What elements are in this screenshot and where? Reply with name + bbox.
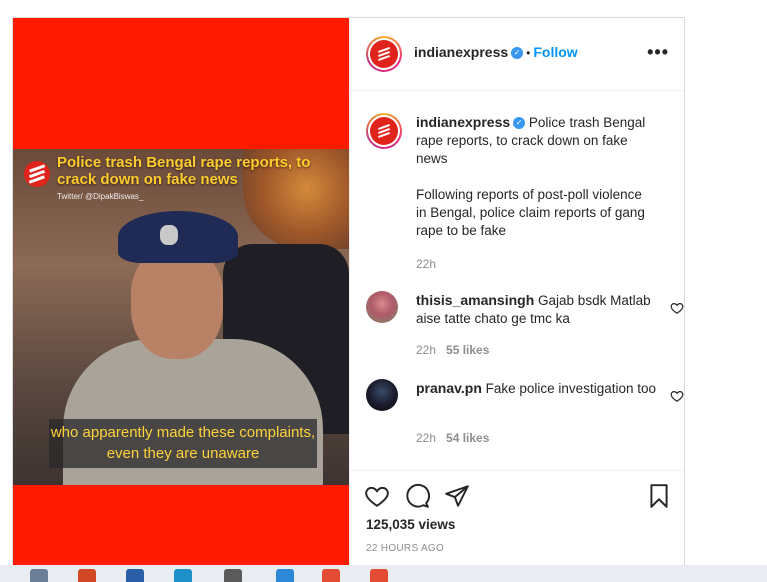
caption-time: 22h <box>416 257 437 271</box>
comment-body: Fake police investigation too <box>485 381 656 396</box>
app-icon[interactable] <box>276 569 294 582</box>
mail-icon[interactable] <box>126 569 144 582</box>
more-icon[interactable]: ••• <box>647 42 669 63</box>
posted-time: 22 HOURS AGO <box>366 543 445 554</box>
brand-logo-icon <box>370 117 398 145</box>
verified-badge-icon: ✓ <box>511 46 524 59</box>
post-caption: indianexpress ✓ Police trash Bengal rape … <box>366 113 666 273</box>
officer-cap <box>118 211 238 263</box>
caption-paragraph: Following reports of post-poll violence … <box>416 187 645 238</box>
officer-face <box>131 249 223 359</box>
caption-avatar[interactable] <box>366 113 402 149</box>
comment-username[interactable]: pranav.pn <box>416 380 482 396</box>
follow-button[interactable]: Follow <box>533 44 577 60</box>
comment-time: 22h <box>416 431 437 445</box>
header-username[interactable]: indianexpress <box>414 44 508 60</box>
commenter-avatar[interactable] <box>366 291 398 323</box>
commenter-avatar[interactable] <box>366 379 398 411</box>
comment-item: thisis_amansingh Gajab bsdk Matlab aise … <box>366 291 684 361</box>
account-avatar[interactable] <box>366 36 402 72</box>
video-player[interactable]: Police trash Bengal rape reports, to cra… <box>13 18 349 566</box>
bookmark-icon[interactable] <box>646 483 672 509</box>
heart-icon[interactable] <box>670 389 684 403</box>
comment-likes[interactable]: 55 likes <box>446 343 489 357</box>
comment-meta: 22h 54 likes <box>416 431 489 445</box>
comment-username[interactable]: thisis_amansingh <box>416 292 534 308</box>
heart-icon[interactable] <box>670 301 684 315</box>
comment-time: 22h <box>416 343 437 357</box>
comment-meta: 22h 55 likes <box>416 343 489 357</box>
indianexpress-logo-icon <box>24 161 50 187</box>
comment-text: pranav.pn Fake police investigation too <box>416 379 656 398</box>
caption-username[interactable]: indianexpress <box>416 114 510 130</box>
store-icon[interactable] <box>224 569 242 582</box>
cap-badge <box>160 225 178 245</box>
post-actions: 125,035 views 22 HOURS AGO <box>350 470 684 566</box>
comment-item: pranav.pn Fake police investigation too … <box>366 379 684 449</box>
taskbar <box>0 565 767 582</box>
instagram-post: Police trash Bengal rape reports, to cra… <box>12 17 685 567</box>
video-credit: Twitter/ @DipakBiswas_ <box>57 192 144 201</box>
video-headline: Police trash Bengal rape reports, to cra… <box>57 154 311 188</box>
heart-icon[interactable] <box>364 483 390 509</box>
brand-logo-icon <box>370 40 398 68</box>
post-header: indianexpress ✓ • Follow ••• <box>350 18 684 91</box>
powerpoint-icon[interactable] <box>78 569 96 582</box>
caption-text: indianexpress ✓ Police trash Bengal rape … <box>416 113 656 240</box>
view-count[interactable]: 125,035 views <box>366 517 455 532</box>
app-icon[interactable] <box>30 569 48 582</box>
comment-text: thisis_amansingh Gajab bsdk Matlab aise … <box>416 291 656 328</box>
chrome-icon[interactable] <box>370 569 388 582</box>
video-frame[interactable]: Police trash Bengal rape reports, to cra… <box>13 149 349 485</box>
comment-likes[interactable]: 54 likes <box>446 431 489 445</box>
post-details-panel: indianexpress ✓ • Follow ••• indianexpre… <box>349 18 684 566</box>
comment-icon[interactable] <box>404 483 430 509</box>
separator-dot: • <box>526 46 531 60</box>
edge-icon[interactable] <box>174 569 192 582</box>
chrome-icon[interactable] <box>322 569 340 582</box>
verified-badge-icon: ✓ <box>513 117 526 130</box>
comments-section: indianexpress ✓ Police trash Bengal rape … <box>350 91 684 469</box>
video-subtitle: who apparently made these complaints, ev… <box>49 419 317 468</box>
share-icon[interactable] <box>444 483 470 509</box>
